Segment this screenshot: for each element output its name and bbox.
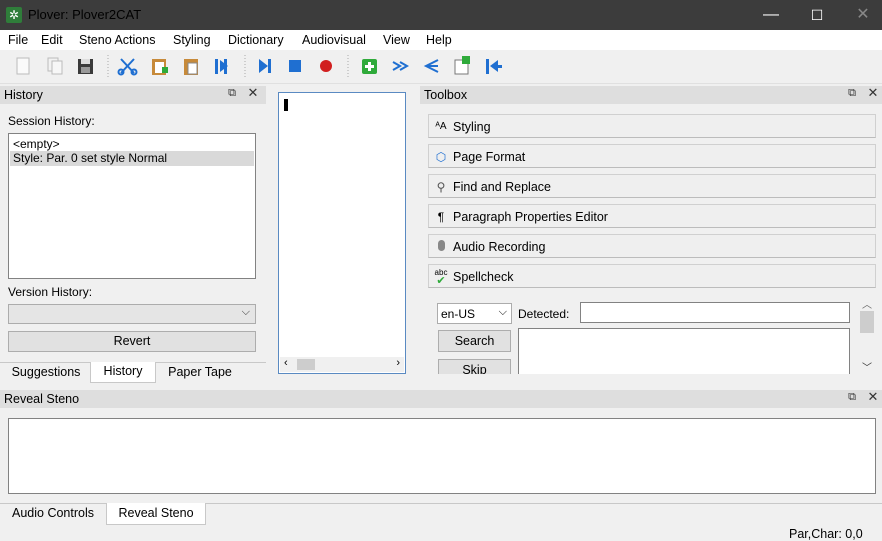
session-history-label: Session History: bbox=[8, 114, 95, 128]
microphone-icon bbox=[433, 239, 449, 255]
menu-help[interactable]: Help bbox=[426, 33, 452, 47]
add-icon bbox=[362, 59, 377, 74]
toolbox-styling-button[interactable]: ᴬA Styling bbox=[428, 114, 876, 138]
locale-value: en-US bbox=[441, 307, 476, 321]
transcript-editor[interactable]: ‹ › bbox=[278, 92, 406, 374]
history-panel-header: History ⧉ ✕ bbox=[0, 86, 266, 104]
detected-label: Detected: bbox=[518, 307, 570, 321]
search-button[interactable]: Search bbox=[438, 330, 511, 352]
split-icon bbox=[215, 59, 228, 74]
scroll-down-icon[interactable]: ﹀ bbox=[862, 359, 872, 374]
menu-audiovisual[interactable]: Audiovisual bbox=[302, 33, 366, 47]
detected-field[interactable] bbox=[580, 302, 850, 323]
skip-button-clip: Skip bbox=[438, 359, 511, 374]
styling-icon: ᴬA bbox=[435, 121, 447, 132]
play-icon bbox=[259, 59, 271, 73]
toolbox-button-label: Styling bbox=[453, 120, 491, 134]
toolbox-panel-header: Toolbox ⧉ ✕ bbox=[420, 86, 882, 104]
skip-button[interactable]: Skip bbox=[438, 359, 511, 374]
toolbox-button-label: Audio Recording bbox=[453, 240, 546, 254]
text-cursor bbox=[284, 99, 288, 111]
session-history-list[interactable]: <empty> Style: Par. 0 set style Normal bbox=[8, 133, 256, 279]
menu-steno-actions[interactable]: Steno Actions bbox=[79, 33, 155, 47]
record-icon bbox=[320, 60, 332, 72]
copy-icon bbox=[47, 57, 63, 75]
first-icon bbox=[486, 59, 502, 74]
float-icon[interactable]: ⧉ bbox=[226, 87, 238, 99]
tab-reveal-steno[interactable]: Reveal Steno bbox=[106, 503, 206, 525]
menu-styling[interactable]: Styling bbox=[173, 33, 211, 47]
scrollbar-thumb[interactable] bbox=[297, 359, 315, 370]
suggestions-list[interactable] bbox=[518, 328, 850, 374]
revert-button[interactable]: Revert bbox=[8, 331, 256, 352]
close-icon[interactable]: ✕ bbox=[867, 390, 879, 403]
scroll-left-icon[interactable]: ‹ bbox=[284, 357, 288, 369]
jump-icon bbox=[392, 61, 410, 71]
toolbox-spellcheck-button[interactable]: abc ✔ Spellcheck bbox=[428, 264, 876, 288]
reveal-steno-area[interactable] bbox=[8, 418, 876, 494]
menu-view[interactable]: View bbox=[383, 33, 410, 47]
float-icon[interactable]: ⧉ bbox=[846, 391, 858, 403]
scrollbar-thumb[interactable] bbox=[860, 311, 874, 333]
status-text: Par,Char: 0,0 bbox=[789, 527, 863, 541]
find-icon: ⚲ bbox=[436, 180, 446, 194]
scroll-right-icon[interactable]: › bbox=[396, 357, 400, 369]
chevron-down-icon: ⌵ bbox=[241, 306, 250, 318]
version-history-select[interactable]: ⌵ bbox=[8, 304, 256, 324]
menu-dictionary[interactable]: Dictionary bbox=[228, 33, 284, 47]
toolbox-audio-recording-button[interactable]: Audio Recording bbox=[428, 234, 876, 258]
tab-audio-controls[interactable]: Audio Controls bbox=[4, 504, 102, 524]
close-icon[interactable]: ✕ bbox=[247, 86, 259, 99]
menu-file[interactable]: File bbox=[8, 33, 28, 47]
paragraph-icon: ¶ bbox=[437, 210, 445, 224]
insert-icon bbox=[454, 56, 470, 75]
toolbox-button-label: Page Format bbox=[453, 150, 526, 164]
history-panel-title: History bbox=[4, 88, 43, 102]
close-icon[interactable]: ✕ bbox=[867, 86, 879, 99]
toolbox-button-label: Paragraph Properties Editor bbox=[453, 210, 608, 224]
menu-edit[interactable]: Edit bbox=[41, 33, 63, 47]
paste-icon bbox=[152, 59, 168, 75]
close-button[interactable]: ✕ bbox=[840, 0, 882, 30]
reveal-panel-title: Reveal Steno bbox=[4, 392, 80, 406]
version-history-label: Version History: bbox=[8, 285, 93, 299]
clipboard-icon bbox=[184, 59, 198, 75]
horizontal-scrollbar[interactable]: ‹ › bbox=[280, 357, 404, 372]
toolbox-find-replace-button[interactable]: ⚲ Find and Replace bbox=[428, 174, 876, 198]
spellcheck-icon: abc ✔ bbox=[434, 268, 448, 287]
app-logo-icon: ✲ bbox=[6, 7, 22, 23]
tab-suggestions[interactable]: Suggestions bbox=[4, 363, 88, 383]
maximize-button[interactable]: ☐ bbox=[794, 0, 840, 30]
locale-select[interactable]: en-US ⌵ bbox=[437, 303, 512, 324]
vertical-scrollbar[interactable]: ︿ ﹀ bbox=[858, 298, 876, 374]
page-format-icon: ⬡ bbox=[435, 150, 447, 164]
toolbox-button-label: Find and Replace bbox=[453, 180, 551, 194]
share-icon bbox=[423, 59, 439, 73]
reveal-panel-header: Reveal Steno ⧉ ✕ bbox=[0, 390, 882, 408]
list-item[interactable]: <empty> bbox=[13, 137, 60, 151]
toolbox-panel-title: Toolbox bbox=[424, 88, 468, 102]
tab-history[interactable]: History bbox=[90, 362, 156, 383]
float-icon[interactable]: ⧉ bbox=[846, 87, 858, 99]
minimize-button[interactable]: — bbox=[748, 0, 794, 30]
cut-icon bbox=[117, 58, 138, 76]
toolbox-page-format-button[interactable]: ⬡ Page Format bbox=[428, 144, 876, 168]
window-title: Plover: Plover2CAT bbox=[28, 7, 142, 22]
save-icon bbox=[78, 59, 93, 74]
scroll-up-icon[interactable]: ︿ bbox=[862, 296, 872, 311]
toolbar-icons bbox=[16, 55, 502, 79]
chevron-down-icon: ⌵ bbox=[498, 306, 507, 318]
list-item-selected[interactable]: Style: Par. 0 set style Normal bbox=[10, 151, 254, 166]
stop-icon bbox=[289, 60, 301, 72]
toolbox-paragraph-button[interactable]: ¶ Paragraph Properties Editor bbox=[428, 204, 876, 228]
list-item-label: Style: Par. 0 set style Normal bbox=[13, 151, 168, 165]
tab-paper-tape[interactable]: Paper Tape bbox=[158, 363, 242, 383]
toolbox-button-label: Spellcheck bbox=[453, 270, 514, 284]
new-file-icon bbox=[16, 57, 30, 75]
